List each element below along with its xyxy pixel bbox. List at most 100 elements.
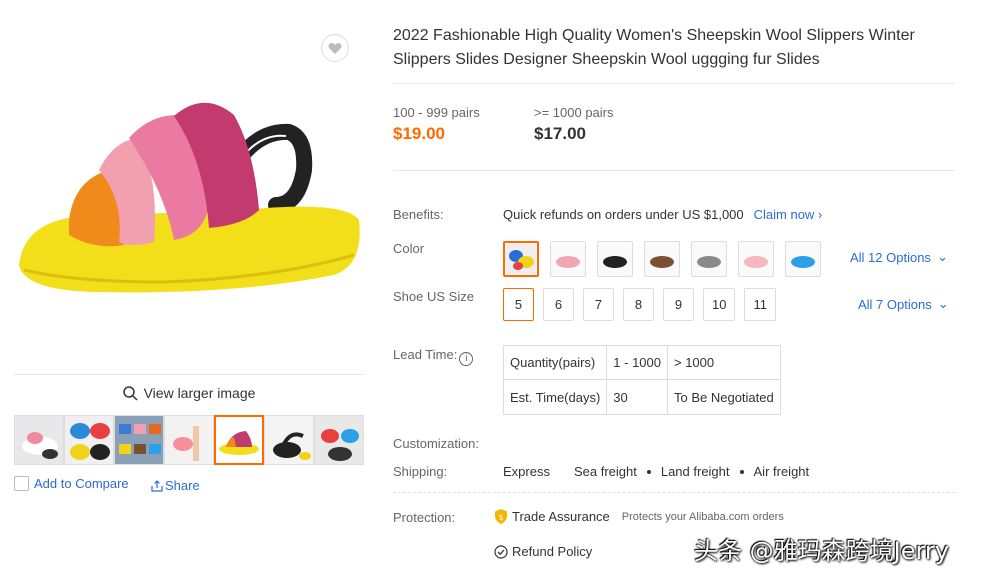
benefit-text: Quick refunds on orders under US $1,000 xyxy=(503,207,744,222)
swatch-image xyxy=(697,256,721,268)
shipping-method: Express xyxy=(503,464,550,479)
color-swatch[interactable] xyxy=(550,241,586,277)
favorite-button[interactable] xyxy=(321,34,349,62)
thumbnail-image xyxy=(115,416,163,464)
search-icon xyxy=(122,385,138,401)
trade-assurance-label: Trade Assurance xyxy=(512,509,610,524)
color-swatch[interactable] xyxy=(691,241,727,277)
thumbnail-6[interactable] xyxy=(264,415,314,465)
chevron-down-icon: ⌄ xyxy=(937,296,949,311)
benefits-label: Benefits: xyxy=(393,207,444,222)
table-cell: Quantity(pairs) xyxy=(502,345,608,380)
size-option[interactable]: 8 xyxy=(623,288,654,321)
compare-checkbox[interactable] xyxy=(14,476,29,491)
color-label: Color xyxy=(393,241,425,256)
customization-label: Customization: xyxy=(393,436,479,451)
tier-quantity: 100 - 999 pairs xyxy=(393,105,480,120)
shipping-label: Shipping: xyxy=(393,464,448,479)
size-option[interactable]: 9 xyxy=(663,288,694,321)
benefit-row: Quick refunds on orders under US $1,000 … xyxy=(503,207,822,222)
all-size-options-link[interactable]: All 7 Options ⌄ xyxy=(858,296,949,312)
size-options: 5 6 7 8 9 10 11 xyxy=(503,288,776,321)
all-color-options-label: All 12 Options xyxy=(850,249,931,265)
trade-assurance-description: Protects your Alibaba.com orders xyxy=(621,510,784,523)
heart-icon xyxy=(328,42,342,54)
claim-now-label: Claim now xyxy=(753,207,815,222)
thumbnail-image xyxy=(165,416,213,464)
svg-text:$: $ xyxy=(498,513,503,522)
thumbnail-image xyxy=(15,416,63,464)
lead-time-label-text: Lead Time: xyxy=(393,347,458,362)
thumbnail-7[interactable] xyxy=(314,415,364,465)
add-to-compare[interactable]: Add to Compare xyxy=(14,476,129,491)
all-color-options-link[interactable]: All 12 Options ⌄ xyxy=(850,249,948,265)
color-swatch[interactable] xyxy=(738,241,774,277)
price-tier-1: 100 - 999 pairs $19.00 xyxy=(393,105,480,144)
share-label: Share xyxy=(165,478,200,493)
refund-policy-label: Refund Policy xyxy=(512,544,593,559)
color-swatch[interactable] xyxy=(503,241,539,277)
separator-dot xyxy=(646,469,651,474)
info-icon[interactable]: i xyxy=(459,352,474,366)
color-swatch[interactable] xyxy=(597,241,633,277)
color-swatch[interactable] xyxy=(785,241,821,277)
table-cell: Est. Time(days) xyxy=(502,379,608,415)
table-cell: 1 - 1000 xyxy=(606,345,668,380)
shipping-methods: Express Sea freight Land freight Air fre… xyxy=(503,464,809,479)
swatch-image xyxy=(556,256,580,268)
trade-assurance[interactable]: $ Trade Assurance Protects your Alibaba.… xyxy=(494,509,784,524)
table-cell: 30 xyxy=(606,379,668,415)
color-swatches xyxy=(503,241,821,277)
swatch-image xyxy=(506,244,536,274)
size-option[interactable]: 5 xyxy=(503,288,534,321)
separator-dot xyxy=(739,469,744,474)
slipper-illustration xyxy=(19,102,360,293)
product-title: 2022 Fashionable High Quality Women's Sh… xyxy=(393,27,915,68)
tier-price: $17.00 xyxy=(534,124,586,143)
size-label: Shoe US Size xyxy=(393,289,474,304)
size-option[interactable]: 10 xyxy=(703,288,736,321)
shipping-method: Air freight xyxy=(753,464,810,479)
table-cell: > 1000 xyxy=(667,345,781,380)
chevron-right-icon: › xyxy=(817,207,823,222)
shipping-method: Sea freight xyxy=(573,464,637,479)
main-product-image[interactable] xyxy=(14,20,364,372)
compare-label: Add to Compare xyxy=(34,476,129,491)
thumbnail-4[interactable] xyxy=(164,415,214,465)
color-swatch[interactable] xyxy=(644,241,680,277)
title-divider xyxy=(393,83,955,84)
thumbnail-2[interactable] xyxy=(64,415,114,465)
size-option[interactable]: 7 xyxy=(583,288,614,321)
table-row: Est. Time(days) 30 To Be Negotiated xyxy=(502,379,781,415)
thumbnail-strip xyxy=(14,415,364,465)
thumbnail-5[interactable] xyxy=(214,415,264,465)
table-cell: To Be Negotiated xyxy=(667,379,781,415)
price-tier-2: >= 1000 pairs $17.00 xyxy=(534,105,614,144)
protection-label: Protection: xyxy=(393,510,456,525)
shield-icon: $ xyxy=(495,509,507,524)
swatch-image xyxy=(744,256,768,268)
size-option[interactable]: 11 xyxy=(744,288,776,321)
chevron-down-icon: ⌄ xyxy=(936,249,948,264)
lead-time-table: Quantity(pairs) 1 - 1000 > 1000 Est. Tim… xyxy=(502,345,781,415)
thumbnail-1[interactable] xyxy=(14,415,64,465)
share-link[interactable]: Share xyxy=(151,478,200,493)
refund-policy[interactable]: Refund Policy xyxy=(494,544,592,559)
tier-price: $19.00 xyxy=(393,124,445,143)
all-size-options-label: All 7 Options xyxy=(858,296,932,312)
size-option[interactable]: 6 xyxy=(543,288,574,321)
swatch-image xyxy=(650,256,674,268)
check-circle-icon xyxy=(494,544,508,559)
claim-now-link[interactable]: Claim now › xyxy=(754,207,823,222)
thumbnail-image xyxy=(216,417,262,463)
table-row: Quantity(pairs) 1 - 1000 > 1000 xyxy=(502,345,781,380)
view-larger-link[interactable]: View larger image xyxy=(14,385,364,401)
gallery-divider xyxy=(14,374,364,375)
thumbnail-3[interactable] xyxy=(114,415,164,465)
lead-time-label: Lead Time: i xyxy=(393,347,474,366)
price-divider xyxy=(393,170,955,171)
tier-quantity: >= 1000 pairs xyxy=(534,105,614,120)
watermark: 头条 @雅玛森跨境Jerry xyxy=(694,537,949,565)
thumbnail-image xyxy=(65,416,113,464)
view-larger-label: View larger image xyxy=(143,385,256,401)
